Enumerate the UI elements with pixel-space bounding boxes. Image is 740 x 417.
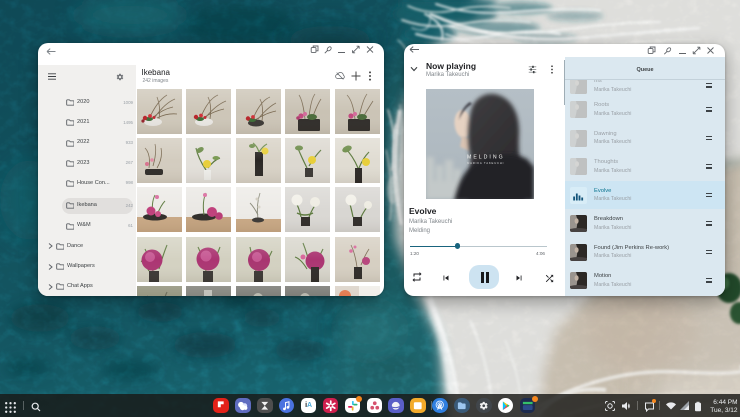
svg-text:MARIKA TAKEUCHI: MARIKA TAKEUCHI <box>467 161 504 165</box>
svg-text:MELDING: MELDING <box>467 155 505 161</box>
